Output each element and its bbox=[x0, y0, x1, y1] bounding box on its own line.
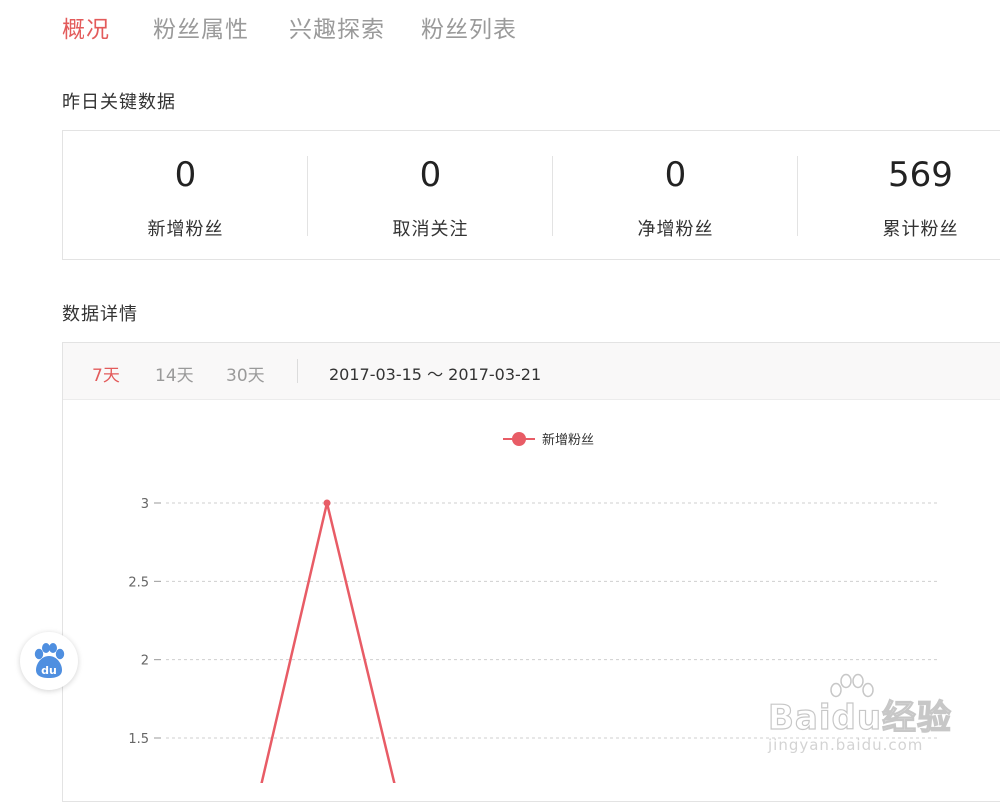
toolbar-divider bbox=[297, 359, 298, 383]
stat-label: 净增粉丝 bbox=[637, 219, 714, 240]
range-7-days-button[interactable]: 7天 bbox=[92, 361, 120, 386]
tab-fan-list[interactable]: 粉丝列表 bbox=[421, 10, 517, 44]
key-data-title: 昨日关键数据 bbox=[62, 92, 176, 113]
stat-unfollows: 0 取消关注 bbox=[308, 131, 553, 261]
baidu-paw-icon: du bbox=[34, 643, 65, 678]
stat-label: 累计粉丝 bbox=[882, 219, 959, 240]
range-14-days-button[interactable]: 14天 bbox=[155, 361, 194, 386]
stat-new-fans: 0 新增粉丝 bbox=[63, 131, 308, 261]
watermark-url: jingyan.baidu.com bbox=[768, 736, 924, 754]
stat-total-fans: 569 累计粉丝 bbox=[798, 131, 1000, 261]
tab-interest-explore[interactable]: 兴趣探索 bbox=[289, 10, 385, 44]
key-data-panel: 0 新增粉丝 0 取消关注 0 净增粉丝 569 累计粉丝 bbox=[62, 130, 1000, 260]
stat-net-new-fans: 0 净增粉丝 bbox=[553, 131, 798, 261]
detail-toolbar: 7天 14天 30天 2017-03-15 ～ 2017-03-21 bbox=[63, 343, 1000, 400]
stat-value: 0 bbox=[664, 155, 687, 195]
stat-label: 取消关注 bbox=[392, 219, 469, 240]
tab-bar: 概况 粉丝属性 兴趣探索 粉丝列表 bbox=[0, 0, 1000, 52]
tab-fan-attributes[interactable]: 粉丝属性 bbox=[153, 10, 249, 44]
stat-value: 0 bbox=[419, 155, 442, 195]
tab-overview[interactable]: 概况 bbox=[62, 10, 110, 44]
baidu-float-button[interactable]: du bbox=[20, 632, 78, 690]
baidu-du-text: du bbox=[41, 664, 57, 677]
stat-label: 新增粉丝 bbox=[147, 219, 224, 240]
range-30-days-button[interactable]: 30天 bbox=[226, 361, 265, 386]
stat-value: 569 bbox=[888, 155, 953, 195]
stat-value: 0 bbox=[174, 155, 197, 195]
watermark-brand: Baidu经验 bbox=[767, 697, 953, 738]
date-range-picker[interactable]: 2017-03-15 ～ 2017-03-21 bbox=[329, 361, 541, 385]
watermark: Baidu经验 jingyan.baidu.com bbox=[760, 672, 960, 772]
detail-title: 数据详情 bbox=[62, 304, 138, 325]
